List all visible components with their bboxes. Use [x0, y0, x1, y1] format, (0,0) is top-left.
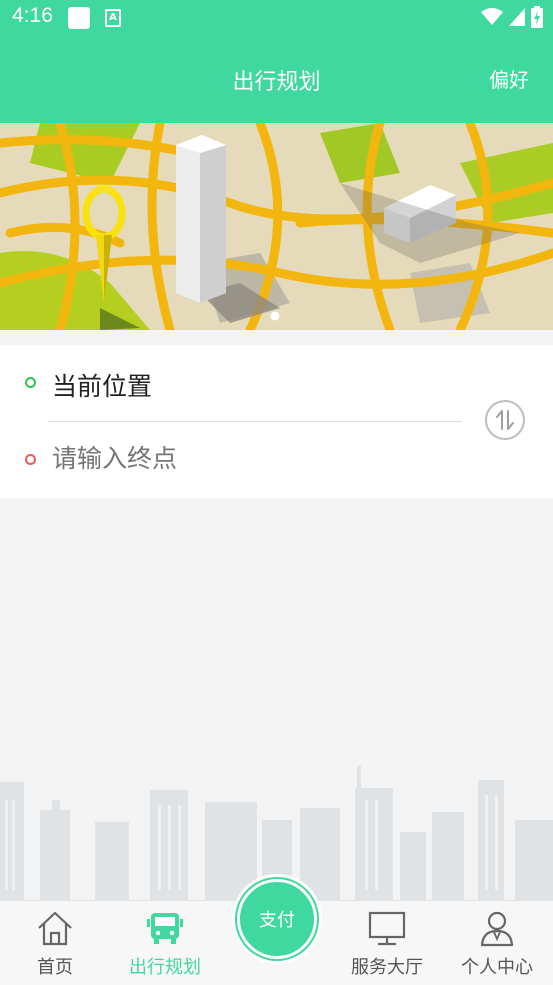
route-card: 当前位置 [0, 345, 553, 498]
nav-item-service-hall[interactable]: 服务大厅 [332, 901, 442, 985]
nav-label-trip-planning: 出行规划 [129, 957, 201, 978]
notification-a-icon: A [105, 9, 121, 27]
status-indicators [481, 6, 543, 28]
nav-item-home[interactable]: 首页 [0, 901, 110, 985]
divider [48, 421, 462, 422]
start-location-text: 当前位置 [52, 372, 153, 401]
pay-button[interactable]: 支付 [237, 879, 317, 959]
destination-row[interactable] [0, 430, 480, 490]
nav-label-service-hall: 服务大厅 [351, 957, 423, 978]
destination-input[interactable] [52, 444, 432, 473]
destination-dot-icon [25, 454, 36, 465]
user-icon [480, 911, 514, 947]
bus-icon [147, 913, 183, 944]
status-time: 4:16 [12, 4, 53, 27]
start-location-row[interactable]: 当前位置 [0, 353, 480, 413]
carousel-dot [270, 311, 280, 321]
map-banner[interactable] [0, 123, 553, 330]
nav-item-personal-center[interactable]: 个人中心 [442, 901, 552, 985]
nav-label-personal-center: 个人中心 [461, 957, 533, 978]
page-title: 出行规划 [232, 70, 321, 95]
status-bar: 4:16 A [0, 0, 553, 34]
notification-square-icon [68, 7, 90, 29]
swap-arrows-icon [496, 410, 514, 430]
battery-icon [531, 6, 543, 28]
start-dot-icon [25, 377, 36, 388]
monitor-icon [368, 911, 406, 946]
app-bar: 出行规划 偏好 [0, 34, 553, 123]
preferences-button[interactable]: 偏好 [489, 64, 529, 93]
home-icon [38, 911, 72, 946]
map-illustration [0, 123, 553, 330]
nav-item-trip-planning[interactable]: 出行规划 [110, 901, 220, 985]
nav-label-home: 首页 [37, 957, 73, 978]
signal-icon [509, 8, 525, 26]
wifi-icon [481, 8, 503, 25]
swap-button[interactable] [485, 400, 525, 440]
